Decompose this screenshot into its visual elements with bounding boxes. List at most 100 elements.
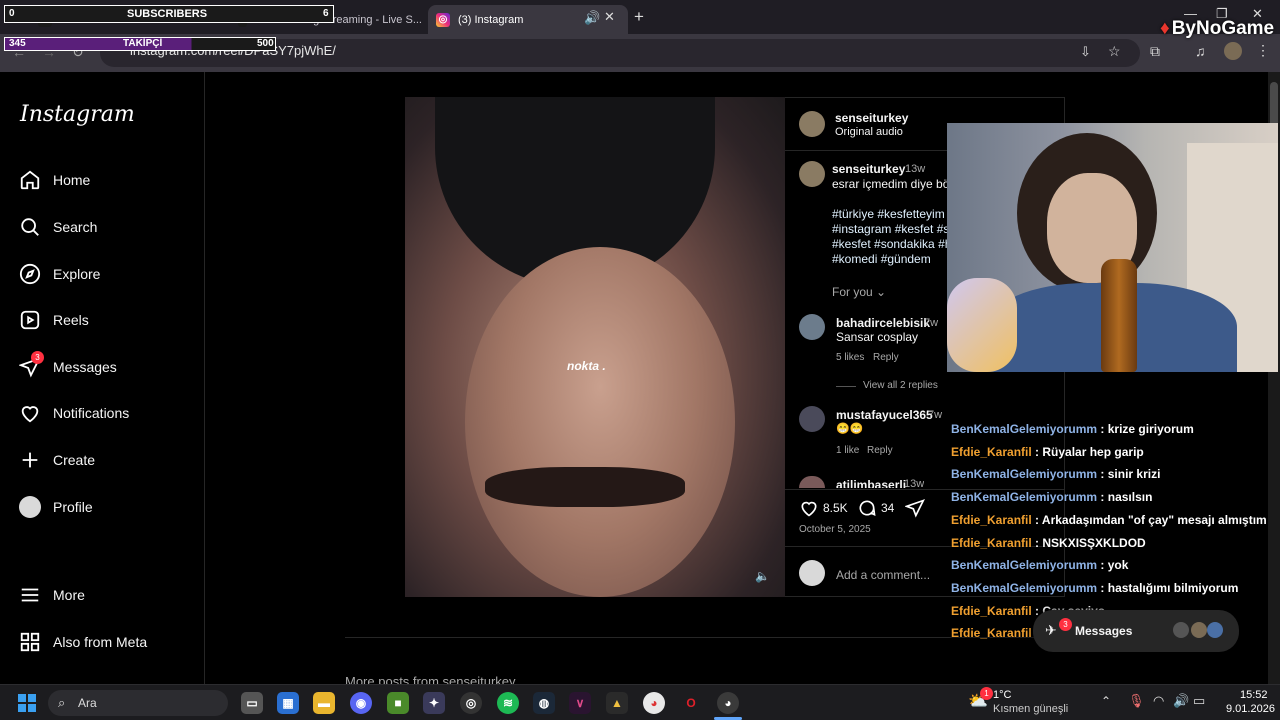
hashtag-line[interactable]: #türkiye #kesfetteyim [832, 207, 945, 221]
messages-popup[interactable]: ✈ 3 Messages [1033, 610, 1239, 652]
nav-messages[interactable]: 3 Messages [18, 351, 117, 380]
reply-button[interactable]: Reply [867, 445, 893, 456]
comment-username[interactable]: bahadircelebisik [836, 316, 930, 330]
reels-icon [18, 308, 42, 332]
chrome-icon[interactable]: ◕ [643, 692, 665, 714]
instagram-sidebar: Instagram Home Search Explore Reels 3 Me… [0, 72, 205, 684]
reel-video[interactable]: nokta . 🔈 [405, 97, 785, 597]
chat-username[interactable]: BenKemalGelemiyorumm [951, 558, 1097, 572]
chat-separator: : [1031, 444, 1043, 459]
caption-text: esrar içmedim diye bö [832, 177, 950, 191]
comment-username[interactable]: mustafayucel365 [836, 408, 933, 422]
comment-avatar[interactable] [799, 476, 825, 488]
face-shape [465, 247, 735, 597]
followers-current: 345 [9, 38, 26, 49]
profile-avatar-icon [18, 495, 42, 519]
steam-icon[interactable]: ◍ [533, 692, 555, 714]
nav-reels[interactable]: Reels [18, 307, 89, 333]
caption-username[interactable]: senseiturkey [832, 162, 905, 176]
volume-icon[interactable]: 🔊 [1173, 693, 1189, 709]
nav-more[interactable]: More [18, 582, 85, 608]
like-heart-icon[interactable] [799, 498, 819, 523]
chat-username[interactable]: BenKemalGelemiyorumm [951, 467, 1097, 481]
app-icon[interactable]: ▲ [606, 692, 628, 714]
chat-username[interactable]: BenKemalGelemiyorumm [951, 490, 1097, 504]
task-view-icon[interactable]: ▭ [241, 692, 263, 714]
nav-create[interactable]: Create [18, 447, 95, 473]
view-replies-button[interactable]: View all 2 replies [863, 380, 938, 391]
author-username[interactable]: senseiturkey [835, 111, 908, 125]
minecraft-icon[interactable]: ■ [387, 692, 409, 714]
chat-message: BenKemalGelemiyorumm : nasılsın [951, 490, 1152, 504]
nav-notifications[interactable]: Notifications [18, 400, 129, 426]
media-control-icon[interactable]: ♫ [1195, 43, 1206, 59]
new-tab-button[interactable]: + [634, 7, 644, 27]
store-icon[interactable]: ▦ [277, 692, 299, 714]
hashtag-line[interactable]: #instagram #kesfet #s [832, 222, 949, 236]
sort-dropdown[interactable]: For you ⌄ [832, 285, 886, 299]
close-tab-icon[interactable]: ✕ [604, 9, 615, 25]
comment-text: Sansar cosplay [836, 330, 919, 344]
chat-username[interactable]: Efdie_Karanfil [951, 513, 1032, 527]
file-explorer-icon[interactable]: ▬ [313, 692, 335, 714]
hashtag-line[interactable]: #kesfet #sondakika #h [832, 237, 951, 251]
comment-avatar[interactable] [799, 406, 825, 432]
chat-username[interactable]: Efdie_Karanfil [951, 445, 1032, 459]
clock-time[interactable]: 15:52 [1240, 689, 1268, 701]
opera-icon[interactable]: O [680, 692, 702, 714]
nav-profile[interactable]: Profile [18, 494, 93, 520]
chat-username[interactable]: Efdie_Karanfil [951, 604, 1032, 618]
comment-likes[interactable]: 1 like [836, 445, 859, 456]
messenger-icon: 3 [18, 351, 44, 379]
comment-avatar[interactable] [799, 314, 825, 340]
battery-icon[interactable]: ▭ [1193, 693, 1205, 709]
caption-avatar[interactable] [799, 161, 825, 187]
hashtag-line[interactable]: #komedi #gündem [832, 252, 931, 266]
comment-username[interactable]: atilimbaserli [836, 478, 906, 488]
messages-popup-badge: 3 [1059, 618, 1072, 631]
windows-taskbar: ⌕ Ara ▭ ▦ ▬ ◉ ■ ✦ ◎ ≋ ◍ ∨ ▲ ◕ O ◕ ⛅ 1 1°… [0, 684, 1280, 720]
windows-start-icon[interactable] [16, 692, 38, 714]
avatar [1173, 622, 1189, 638]
chat-username[interactable]: BenKemalGelemiyorumm [951, 422, 1097, 436]
video-caption-overlay: nokta . [567, 359, 606, 373]
chat-message: Efdie_Karanfil : Rüyalar hep garip [951, 445, 1144, 459]
install-app-icon[interactable]: ⇩ [1080, 44, 1091, 60]
reply-button[interactable]: Reply [873, 352, 899, 363]
audio-link[interactable]: Original audio [835, 126, 903, 138]
taskbar-search-box[interactable]: ⌕ Ara [48, 690, 228, 716]
extensions-icon[interactable]: ⧉ [1150, 43, 1160, 60]
sort-label: For you [832, 285, 873, 299]
like-count[interactable]: 8.5K [823, 501, 848, 515]
nav-also-from-meta[interactable]: Also from Meta [18, 629, 147, 655]
comment-likes[interactable]: 5 likes [836, 352, 864, 363]
nav-home[interactable]: Home [18, 167, 90, 193]
discord-icon[interactable]: ◉ [350, 692, 372, 714]
tray-chevron-up-icon[interactable]: ⌃ [1101, 694, 1111, 708]
instagram-logo[interactable]: Instagram [20, 102, 135, 127]
comment-bubble-icon[interactable] [857, 498, 877, 523]
chat-text: sinir krizi [1107, 467, 1161, 482]
vs-icon[interactable]: ∨ [569, 692, 591, 714]
nav-search[interactable]: Search [18, 214, 97, 240]
menu-kebab-icon[interactable]: ⋮ [1256, 42, 1270, 59]
bookmark-star-icon[interactable]: ☆ [1108, 43, 1121, 60]
chat-username[interactable]: Efdie_Karanfil [951, 626, 1032, 640]
davinci-resolve-icon[interactable]: ✦ [423, 692, 445, 714]
clock-date[interactable]: 9.01.2026 [1226, 703, 1275, 715]
wifi-icon[interactable]: ◠ [1153, 693, 1164, 709]
caption-time: 13w [905, 163, 926, 175]
share-icon[interactable] [904, 498, 925, 523]
obs-icon[interactable]: ◎ [460, 692, 482, 714]
profile-avatar[interactable] [1224, 42, 1242, 60]
mute-icon[interactable]: 🔈 [755, 569, 770, 583]
nav-explore[interactable]: Explore [18, 261, 100, 287]
chat-username[interactable]: BenKemalGelemiyorumm [951, 581, 1097, 595]
chrome-active-icon[interactable]: ◕ [717, 692, 739, 714]
speaker-icon[interactable]: 🔊 [584, 10, 600, 26]
author-avatar[interactable] [799, 111, 825, 137]
microphone-icon[interactable]: 🎙 [1128, 693, 1145, 709]
spotify-icon[interactable]: ≋ [497, 692, 519, 714]
heart-icon [18, 401, 42, 425]
chat-username[interactable]: Efdie_Karanfil [951, 536, 1032, 550]
